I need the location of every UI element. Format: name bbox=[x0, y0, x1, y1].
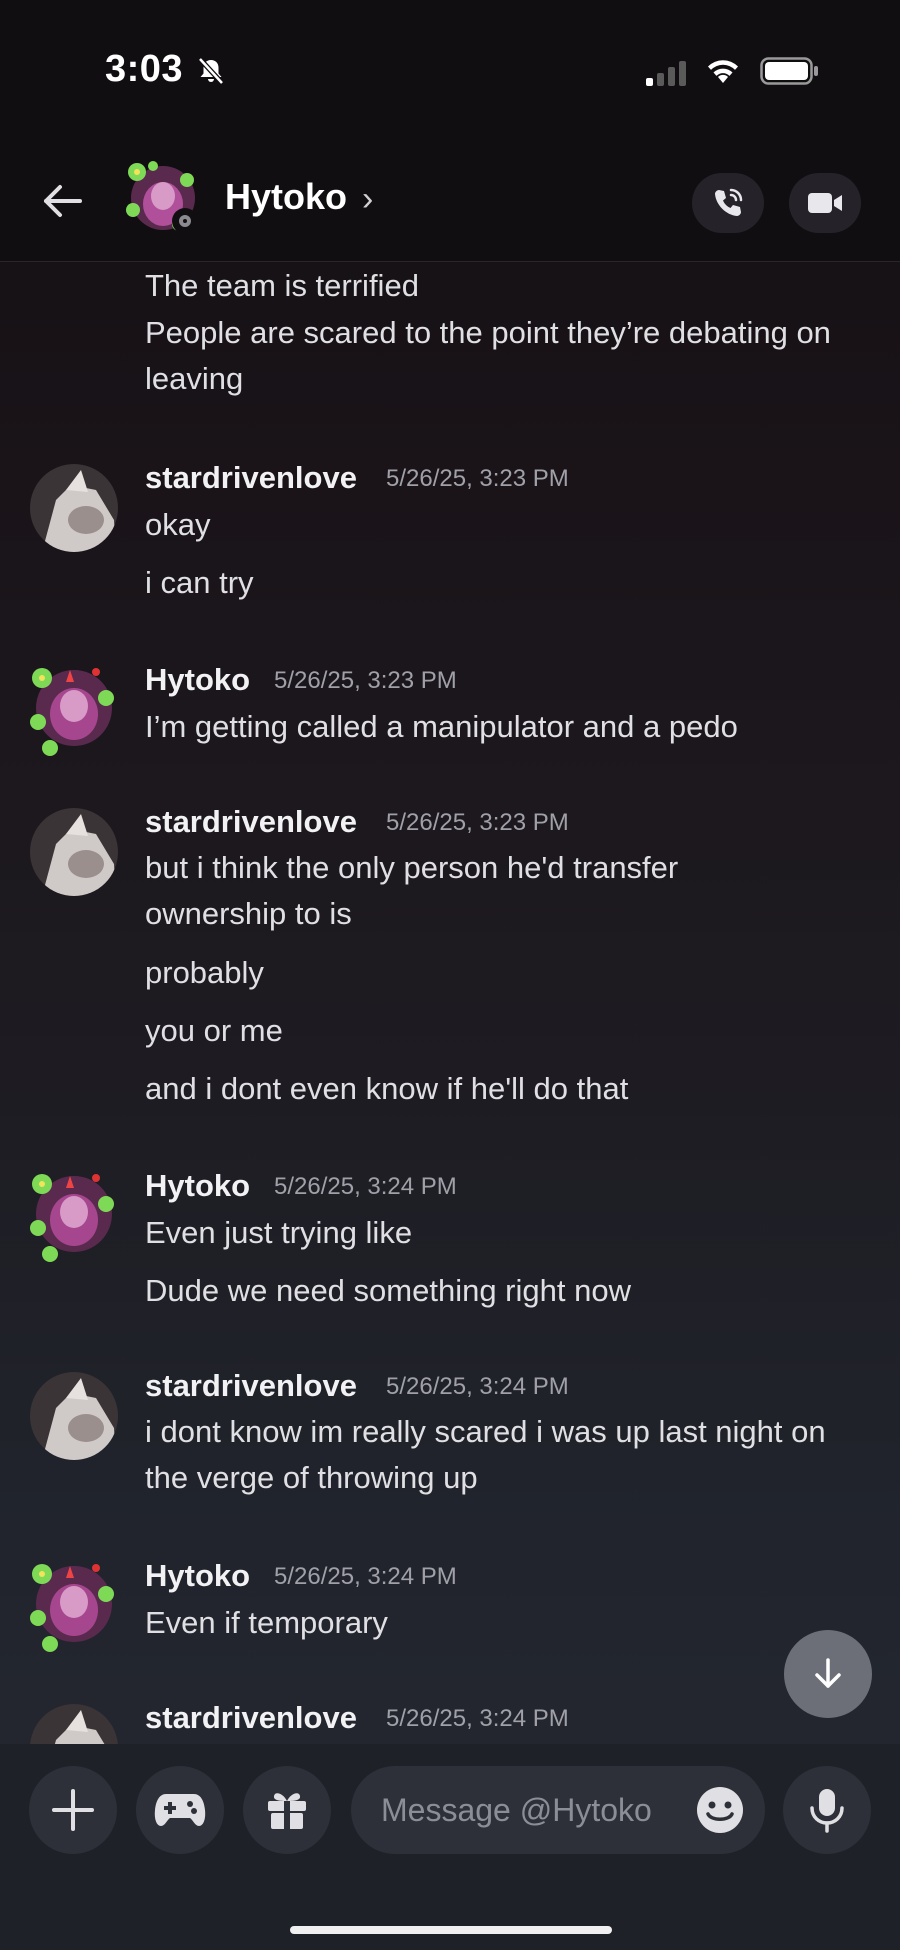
status-time: 3:03 bbox=[105, 48, 184, 90]
stardrivenlove-avatar[interactable] bbox=[26, 1368, 122, 1464]
message-author[interactable]: stardrivenlove bbox=[145, 460, 357, 496]
video-call-button[interactable] bbox=[789, 173, 861, 233]
chat-header: Hytoko › bbox=[0, 140, 900, 262]
arrow-down-icon bbox=[815, 1658, 841, 1688]
message-text: you or me bbox=[145, 1013, 283, 1048]
message-author[interactable]: Hytoko bbox=[145, 662, 250, 698]
message-text: i can try bbox=[145, 565, 254, 600]
message-timestamp: 5/26/25, 3:24 PM bbox=[274, 1173, 457, 1200]
message-text: I’m getting called a manipulator and a p… bbox=[145, 709, 738, 744]
message-timestamp: 5/26/25, 3:23 PM bbox=[386, 809, 569, 836]
message-author[interactable]: Hytoko bbox=[145, 1558, 250, 1594]
message-placeholder: Message @Hytoko bbox=[381, 1792, 652, 1828]
stardrivenlove-avatar[interactable] bbox=[26, 460, 122, 556]
video-camera-icon bbox=[808, 193, 842, 213]
message-text: People are scared to the point they’re d… bbox=[145, 315, 831, 396]
message-timestamp: 5/26/25, 3:23 PM bbox=[386, 465, 569, 492]
voice-call-button[interactable] bbox=[692, 173, 764, 233]
message-author[interactable]: stardrivenlove bbox=[145, 1700, 357, 1736]
gift-icon bbox=[268, 1793, 306, 1829]
bell-slash-icon bbox=[198, 57, 224, 85]
message-timestamp: 5/26/25, 3:23 PM bbox=[274, 667, 457, 694]
cellular-signal-icon bbox=[646, 60, 686, 86]
status-bar: 3:03 bbox=[0, 0, 900, 140]
phone-icon bbox=[715, 188, 743, 216]
message-text: i dont know im really scared i was up la… bbox=[145, 1414, 826, 1495]
hytoko-avatar[interactable] bbox=[26, 1166, 122, 1262]
message-text: The team is terrified bbox=[145, 268, 419, 303]
message-text: Dude we need something right now bbox=[145, 1273, 631, 1308]
message-list[interactable]: The team is terrified People are scared … bbox=[0, 262, 900, 1744]
activities-button[interactable] bbox=[136, 1766, 224, 1854]
message-timestamp: 5/26/25, 3:24 PM bbox=[386, 1705, 569, 1732]
battery-icon bbox=[760, 57, 818, 85]
hytoko-avatar[interactable] bbox=[26, 660, 122, 756]
attach-button[interactable] bbox=[29, 1766, 117, 1854]
home-indicator[interactable] bbox=[290, 1926, 612, 1934]
emoji-icon[interactable] bbox=[695, 1785, 745, 1835]
stardrivenlove-avatar[interactable] bbox=[26, 1700, 122, 1744]
message-text: okay bbox=[145, 507, 211, 542]
jump-to-bottom-button[interactable] bbox=[784, 1630, 872, 1718]
wifi-icon bbox=[708, 60, 738, 83]
offline-status-icon bbox=[172, 208, 198, 234]
message-author[interactable]: stardrivenlove bbox=[145, 1368, 357, 1404]
message-author[interactable]: Hytoko bbox=[145, 1168, 250, 1204]
back-arrow-icon[interactable] bbox=[38, 176, 88, 226]
chat-user-name[interactable]: Hytoko bbox=[225, 176, 347, 218]
gift-button[interactable] bbox=[243, 1766, 331, 1854]
message-timestamp: 5/26/25, 3:24 PM bbox=[386, 1373, 569, 1400]
hytoko-avatar[interactable] bbox=[26, 1556, 122, 1652]
message-author[interactable]: stardrivenlove bbox=[145, 804, 357, 840]
message-text: and i dont even know if he'll do that bbox=[145, 1071, 629, 1106]
microphone-icon bbox=[810, 1789, 844, 1833]
message-text: probably bbox=[145, 955, 264, 990]
voice-message-button[interactable] bbox=[783, 1766, 871, 1854]
plus-icon bbox=[52, 1789, 94, 1831]
message-text: Even just trying like bbox=[145, 1215, 413, 1250]
message-input[interactable]: Message @Hytoko bbox=[351, 1766, 765, 1854]
message-text: Even if temporary bbox=[145, 1605, 388, 1640]
chevron-right-icon[interactable]: › bbox=[362, 180, 373, 219]
message-timestamp: 5/26/25, 3:24 PM bbox=[274, 1563, 457, 1590]
message-text: but i think the only person he'd transfe… bbox=[145, 850, 679, 931]
stardrivenlove-avatar[interactable] bbox=[26, 804, 122, 900]
composer-bar: Message @Hytoko bbox=[0, 1744, 900, 1950]
gamepad-icon bbox=[154, 1794, 206, 1826]
